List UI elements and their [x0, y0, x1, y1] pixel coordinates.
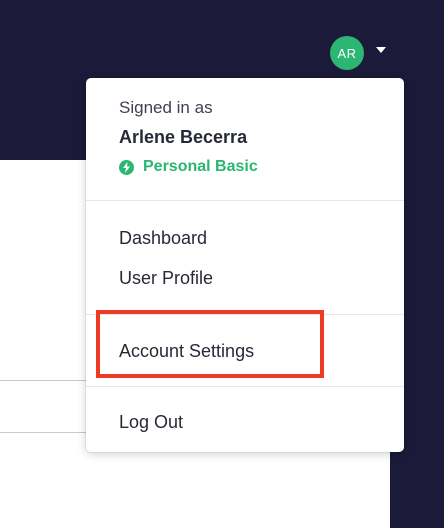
app-screen: AR Signed in as Arlene Becerra Personal …	[0, 0, 444, 528]
menu-divider	[86, 386, 404, 387]
signed-in-label: Signed in as	[119, 98, 213, 117]
content-divider	[0, 380, 100, 381]
menu-divider	[86, 200, 404, 201]
plan-name: Personal Basic	[143, 158, 258, 175]
lightning-bolt-icon	[119, 159, 134, 175]
chevron-down-icon[interactable]	[376, 47, 386, 53]
content-divider	[0, 432, 100, 433]
user-avatar[interactable]: AR	[330, 36, 364, 70]
user-dropdown-menu: Signed in as Arlene Becerra Personal Bas…	[86, 78, 404, 452]
menu-item-log-out[interactable]: Log Out	[119, 412, 183, 433]
plan-badge: Personal Basic	[119, 158, 258, 176]
avatar-initials: AR	[337, 45, 357, 61]
user-name: Arlene Becerra	[119, 127, 248, 147]
menu-item-user-profile[interactable]: User Profile	[119, 268, 213, 289]
menu-item-dashboard[interactable]: Dashboard	[119, 228, 207, 249]
highlight-annotation-box	[96, 310, 324, 378]
